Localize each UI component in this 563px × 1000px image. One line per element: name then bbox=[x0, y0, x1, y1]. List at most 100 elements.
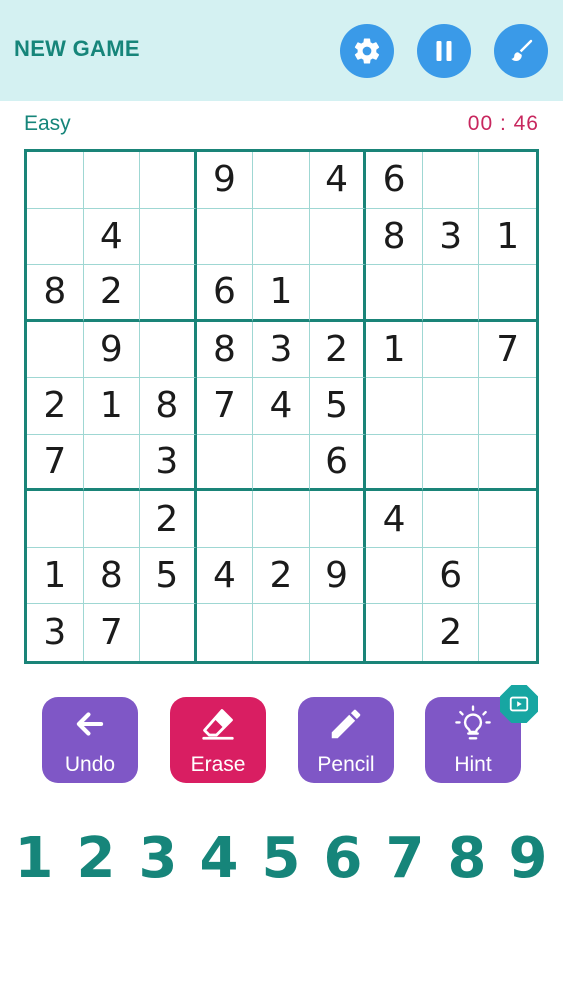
board-cell[interactable] bbox=[140, 604, 197, 661]
board-cell[interactable] bbox=[366, 604, 423, 661]
board-cell[interactable]: 7 bbox=[479, 322, 536, 379]
board-cell[interactable]: 7 bbox=[196, 378, 254, 435]
board-cell[interactable] bbox=[83, 491, 141, 548]
board-cell[interactable]: 4 bbox=[366, 491, 423, 548]
number-key-3[interactable]: 3 bbox=[128, 824, 188, 894]
pencil-button[interactable]: Pencil bbox=[298, 697, 394, 783]
board-cell[interactable]: 1 bbox=[479, 209, 536, 266]
board-cell[interactable]: 3 bbox=[27, 604, 84, 661]
board-cell[interactable] bbox=[479, 265, 536, 322]
pause-icon bbox=[436, 41, 452, 61]
board-cell[interactable] bbox=[253, 152, 310, 209]
board-cell[interactable] bbox=[140, 321, 197, 379]
board-cell[interactable] bbox=[422, 378, 480, 435]
board-cell[interactable] bbox=[309, 265, 367, 322]
board-cell[interactable]: 8 bbox=[196, 321, 254, 379]
board-cell[interactable] bbox=[140, 152, 197, 209]
board-cell[interactable]: 8 bbox=[140, 378, 197, 435]
board-cell[interactable]: 9 bbox=[83, 321, 141, 379]
board-cell[interactable]: 4 bbox=[196, 547, 254, 605]
board-cell[interactable]: 6 bbox=[366, 152, 423, 209]
board-cell[interactable] bbox=[253, 434, 310, 492]
erase-button[interactable]: Erase bbox=[170, 697, 266, 783]
board-cell[interactable]: 9 bbox=[309, 547, 367, 605]
board-cell[interactable]: 2 bbox=[309, 321, 367, 379]
number-key-4[interactable]: 4 bbox=[189, 824, 249, 894]
board-cell[interactable]: 2 bbox=[83, 265, 141, 322]
board-cell[interactable] bbox=[253, 604, 310, 661]
number-key-7[interactable]: 7 bbox=[375, 824, 435, 894]
board-cell[interactable] bbox=[27, 152, 84, 209]
board-cell[interactable]: 8 bbox=[366, 208, 423, 266]
board-cell[interactable] bbox=[83, 434, 141, 492]
board-cell[interactable] bbox=[196, 491, 254, 548]
board-cell[interactable] bbox=[309, 208, 367, 266]
board-cell[interactable]: 4 bbox=[309, 152, 367, 209]
pause-button[interactable] bbox=[417, 24, 471, 78]
theme-button[interactable] bbox=[494, 24, 548, 78]
board-cell[interactable]: 8 bbox=[27, 265, 84, 322]
board-cell[interactable]: 6 bbox=[196, 265, 254, 322]
board-cell[interactable]: 8 bbox=[83, 547, 141, 605]
board-cell[interactable]: 2 bbox=[27, 378, 84, 435]
board-cell[interactable] bbox=[479, 604, 536, 661]
board-cell[interactable] bbox=[479, 435, 536, 492]
board-cell[interactable] bbox=[479, 152, 536, 209]
board-cell[interactable] bbox=[479, 378, 536, 435]
settings-button[interactable] bbox=[340, 24, 394, 78]
board-cell[interactable]: 2 bbox=[140, 491, 197, 548]
new-game-button[interactable]: NEW GAME bbox=[14, 36, 140, 62]
board-cell[interactable]: 1 bbox=[366, 321, 423, 379]
board-cell[interactable] bbox=[422, 434, 480, 492]
board-cell[interactable] bbox=[27, 491, 84, 548]
board-cell[interactable] bbox=[479, 491, 536, 548]
board-cell[interactable]: 4 bbox=[253, 378, 310, 435]
board-cell[interactable]: 7 bbox=[84, 604, 141, 661]
board-cell[interactable] bbox=[196, 434, 254, 492]
board-cell[interactable]: 1 bbox=[83, 378, 141, 435]
board-cell[interactable]: 3 bbox=[253, 321, 310, 379]
number-key-9[interactable]: 9 bbox=[498, 824, 558, 894]
board-cell[interactable] bbox=[253, 491, 310, 548]
board-cell[interactable] bbox=[140, 208, 197, 266]
board-cell[interactable] bbox=[422, 152, 480, 209]
board-cell[interactable] bbox=[27, 208, 84, 266]
board-cell[interactable]: 1 bbox=[253, 265, 310, 322]
board-cell[interactable]: 4 bbox=[83, 208, 141, 266]
board-cell[interactable] bbox=[309, 491, 367, 548]
board-cell[interactable] bbox=[479, 548, 536, 605]
number-key-5[interactable]: 5 bbox=[251, 824, 311, 894]
board-cell[interactable] bbox=[83, 152, 141, 209]
board-cell[interactable]: 5 bbox=[140, 547, 197, 605]
number-key-8[interactable]: 8 bbox=[437, 824, 497, 894]
board-cell[interactable] bbox=[422, 491, 480, 548]
board-cell[interactable]: 2 bbox=[423, 604, 480, 661]
board-cell[interactable] bbox=[196, 208, 254, 266]
gear-icon bbox=[354, 38, 380, 64]
board-cell[interactable] bbox=[366, 434, 423, 492]
board-cell[interactable] bbox=[422, 321, 480, 379]
number-key-6[interactable]: 6 bbox=[313, 824, 373, 894]
undo-button[interactable]: Undo bbox=[42, 697, 138, 783]
board-cell[interactable]: 6 bbox=[422, 547, 480, 605]
board-cell[interactable] bbox=[140, 265, 197, 322]
board-cell[interactable]: 3 bbox=[422, 208, 480, 266]
board-cell[interactable] bbox=[197, 604, 254, 661]
board-cell[interactable]: 6 bbox=[309, 434, 367, 492]
board-cell[interactable]: 2 bbox=[253, 547, 310, 605]
board-cell[interactable] bbox=[366, 265, 423, 322]
board-cell[interactable]: 1 bbox=[27, 547, 84, 605]
board-cell[interactable] bbox=[310, 604, 367, 661]
board-cell[interactable] bbox=[366, 547, 423, 605]
number-key-2[interactable]: 2 bbox=[66, 824, 126, 894]
board-cell[interactable] bbox=[27, 321, 84, 379]
number-key-1[interactable]: 1 bbox=[4, 824, 64, 894]
board-cell[interactable] bbox=[422, 265, 480, 322]
board-cell[interactable] bbox=[253, 208, 310, 266]
board-cell[interactable]: 7 bbox=[27, 434, 84, 492]
board-cell[interactable] bbox=[366, 378, 423, 435]
arrow-left-icon bbox=[76, 712, 104, 736]
board-cell[interactable]: 5 bbox=[309, 378, 367, 435]
board-cell[interactable]: 3 bbox=[140, 434, 197, 492]
board-cell[interactable]: 9 bbox=[196, 152, 254, 209]
